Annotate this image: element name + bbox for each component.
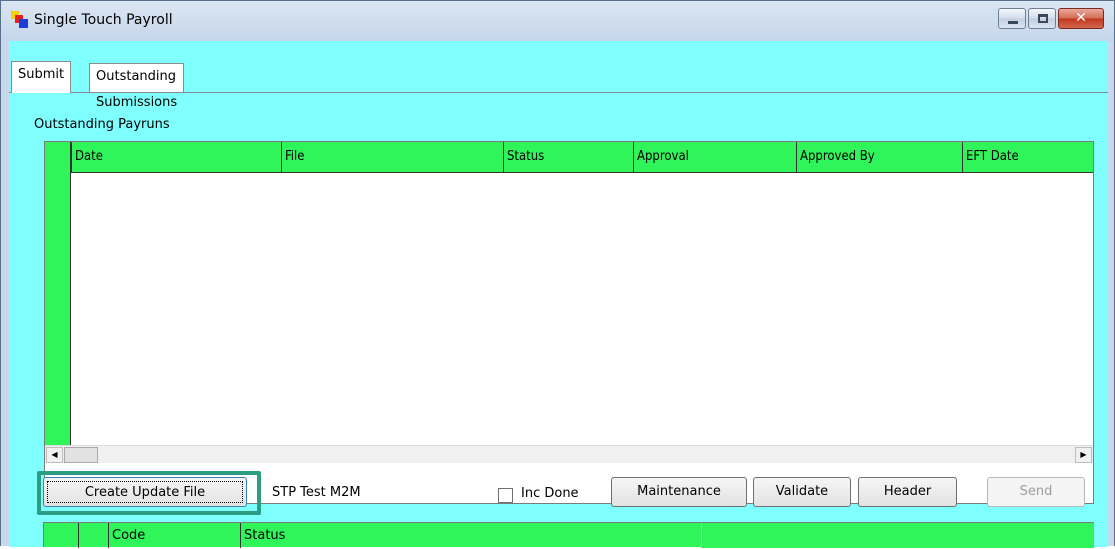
col-header-eft-date[interactable]: EFT Date [962,142,1093,173]
create-update-file-button[interactable]: Create Update File [43,477,247,507]
client-area: Submit Outstanding Submissions Outstandi… [9,41,1108,548]
window-controls: ✕ [996,8,1104,29]
scroll-right-icon[interactable]: ▶ [1075,447,1092,463]
maximize-button[interactable] [1028,8,1056,29]
submissions-select-col [78,523,108,548]
col-header-status[interactable]: Status [503,142,633,173]
grid-body[interactable] [72,173,1093,445]
title-bar[interactable]: Single Touch Payroll ✕ [1,1,1114,41]
submissions-header-filler [701,523,1094,548]
tab-panel-border [9,92,1108,93]
submissions-rowhdr [44,523,78,548]
close-icon: ✕ [1075,10,1087,26]
profile-text: STP Test M2M [272,485,361,500]
minimize-button[interactable] [998,8,1026,29]
minimize-icon [1008,21,1018,24]
horizontal-scrollbar[interactable]: ◀ ▶ [45,445,1093,463]
close-button[interactable]: ✕ [1058,8,1104,29]
maximize-icon [1038,14,1048,23]
submissions-grid[interactable]: Code Status [43,522,1094,548]
scroll-thumb[interactable] [64,447,98,463]
inc-done-label[interactable]: Inc Done [521,479,579,509]
window-title: Single Touch Payroll [34,12,173,28]
stp-window: Single Touch Payroll ✕ Submit Outstandin… [0,0,1115,548]
tab-outstanding-submissions[interactable]: Outstanding Submissions [89,63,185,110]
col-header-submission-status[interactable]: Status [240,523,701,548]
col-header-code[interactable]: Code [108,523,240,548]
grid-header: Date File Status Approval Approved By EF… [71,142,1093,173]
tab-submit[interactable]: Submit [11,61,72,93]
col-header-approved-by[interactable]: Approved By [796,142,962,173]
header-button[interactable]: Header [858,477,957,507]
scroll-left-icon[interactable]: ◀ [46,447,63,463]
row-header-column[interactable] [45,142,71,445]
create-update-file-label: Create Update File [47,481,243,503]
col-header-date[interactable]: Date [71,142,281,173]
app-icon [11,11,28,28]
outstanding-payruns-label: Outstanding Payruns [34,117,170,132]
inc-done-checkbox[interactable] [498,488,513,503]
payruns-grid[interactable]: Date File Status Approval Approved By EF… [44,141,1094,504]
validate-button[interactable]: Validate [753,477,851,507]
send-button[interactable]: Send [987,477,1085,507]
col-header-approval[interactable]: Approval [633,142,796,173]
col-header-file[interactable]: File [281,142,503,173]
maintenance-button[interactable]: Maintenance [611,477,747,507]
